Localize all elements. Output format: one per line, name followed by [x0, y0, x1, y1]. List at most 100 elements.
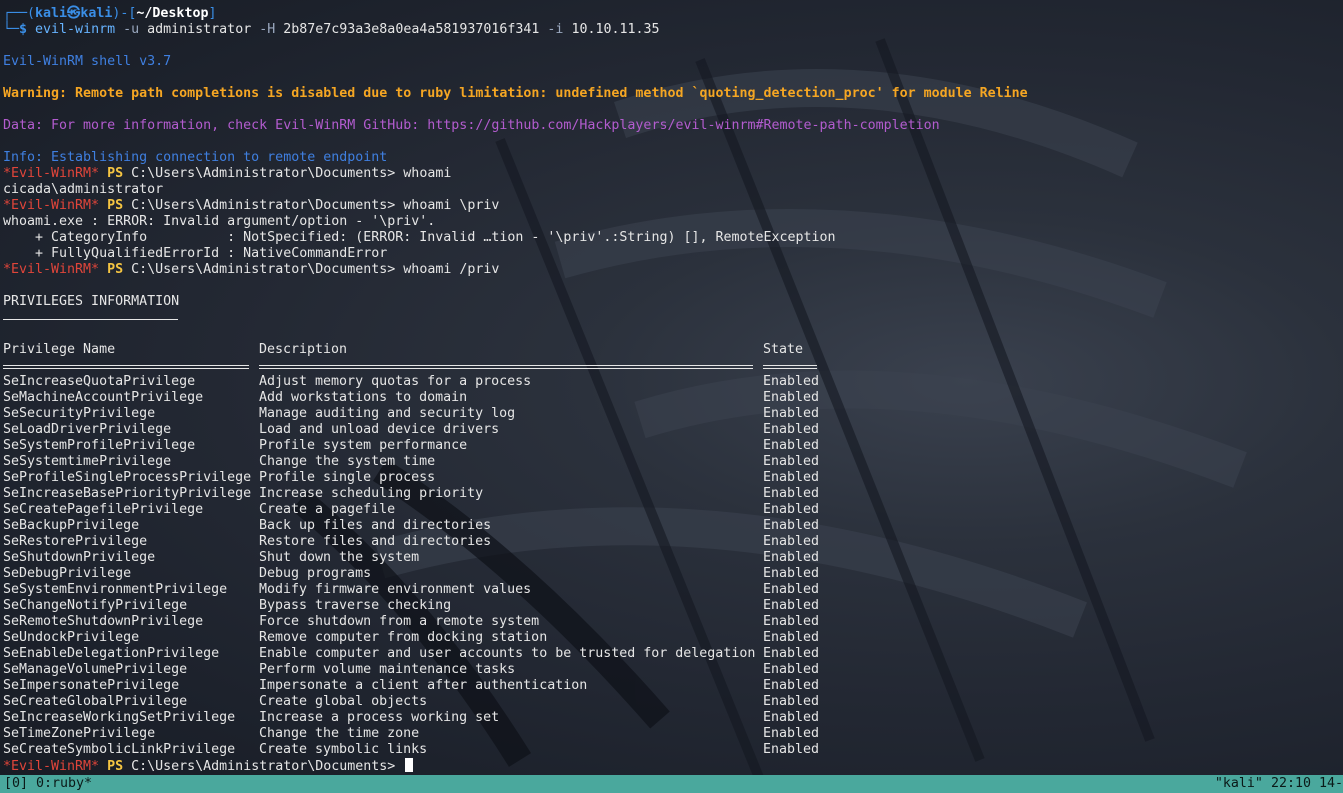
- privilege-state: Enabled: [763, 582, 820, 597]
- privilege-description: Force shutdown from a remote system: [259, 614, 540, 629]
- table-row: SeProfileSingleProcessPrivilege Profile s…: [3, 470, 1339, 486]
- command-arg: administrator: [139, 22, 252, 37]
- table-row: SeSecurityPrivilege Manage auditing and s…: [3, 406, 1339, 422]
- table-row: SeCreateSymbolicLinkPrivilege Create symb…: [3, 742, 1339, 758]
- privilege-description: Increase scheduling priority: [259, 486, 484, 501]
- privilege-state: Enabled: [763, 534, 820, 549]
- privilege-description: Debug programs: [259, 566, 372, 581]
- privilege-state: Enabled: [763, 550, 820, 565]
- banner-data: Data: For more information, check Evil-W…: [3, 118, 940, 133]
- table-row: SeManageVolumePrivilege Perform volume ma…: [3, 662, 1339, 678]
- privilege-name: SeMachineAccountPrivilege: [3, 390, 204, 405]
- privilege-name: SeProfileSingleProcessPrivilege: [3, 470, 252, 485]
- column-separator: [763, 365, 817, 369]
- privilege-name: SeSystemEnvironmentPrivilege: [3, 582, 228, 597]
- table-row: SeRemoteShutdownPrivilege Force shutdown …: [3, 614, 1339, 630]
- privilege-description: Increase a process working set: [259, 710, 500, 725]
- error-output: + CategoryInfo : NotSpecified: (ERROR: I…: [3, 230, 836, 245]
- table-row: SeUndockPrivilege Remove computer from do…: [3, 630, 1339, 646]
- table-row: SeIncreaseQuotaPrivilege Adjust memory qu…: [3, 374, 1339, 390]
- heading-underline: [3, 319, 178, 320]
- column-header-description: Description: [259, 342, 348, 357]
- prompt-frame: └─: [3, 22, 20, 37]
- tmux-status-bar: [0] 0:ruby* "kali" 22:10 14-: [0, 775, 1343, 793]
- tmux-status-right: "kali" 22:10 14-: [1214, 776, 1343, 791]
- text-cursor: [405, 758, 414, 772]
- table-row: SeIncreaseWorkingSetPrivilege Increase a …: [3, 710, 1339, 726]
- ps-tag: PS: [99, 262, 124, 277]
- privilege-description: Create symbolic links: [259, 742, 428, 757]
- privilege-name: SeDebugPrivilege: [3, 566, 132, 581]
- table-row: SeCreateGlobalPrivilege Create global obj…: [3, 694, 1339, 710]
- privilege-name: SeRestorePrivilege: [3, 534, 148, 549]
- privilege-name: SeUndockPrivilege: [3, 630, 140, 645]
- privilege-name: SeChangeNotifyPrivilege: [3, 598, 188, 613]
- privilege-state: Enabled: [763, 486, 820, 501]
- column-separator: [259, 365, 753, 369]
- privilege-name: SeBackupPrivilege: [3, 518, 140, 533]
- banner-version: Evil-WinRM shell v3.7: [3, 54, 172, 69]
- privileges-heading: PRIVILEGES INFORMATION: [3, 294, 180, 309]
- tmux-window-list[interactable]: [0] 0:ruby*: [4, 775, 92, 793]
- privilege-name: SeTimeZonePrivilege: [3, 726, 156, 741]
- table-row: SeMachineAccountPrivilege Add workstation…: [3, 390, 1339, 406]
- privilege-state: Enabled: [763, 662, 820, 677]
- ps-tag: PS: [99, 198, 124, 213]
- error-output: + FullyQualifiedErrorId : NativeCommandE…: [3, 246, 388, 261]
- privilege-description: Profile single process: [259, 470, 436, 485]
- privilege-name: SeIncreaseQuotaPrivilege: [3, 374, 196, 389]
- prompt-user-host: kali㉿kali: [35, 6, 113, 21]
- ps-path: C:\Users\Administrator\Documents>: [123, 166, 396, 181]
- table-row: SeBackupPrivilege Back up files and direc…: [3, 518, 1339, 534]
- privilege-state: Enabled: [763, 630, 820, 645]
- terminal-output[interactable]: ┌──(kali㉿kali)-[~/Desktop] └─$ evil-winr…: [3, 6, 1339, 774]
- table-row: SeDebugPrivilege Debug programs Enabled: [3, 566, 1339, 582]
- evil-winrm-tag: *Evil-WinRM*: [3, 198, 100, 213]
- prompt-frame: ]: [208, 6, 217, 21]
- evil-winrm-tag: *Evil-WinRM*: [3, 166, 100, 181]
- banner-info: Info: Establishing connection to remote …: [3, 150, 388, 165]
- command-output: cicada\administrator: [3, 182, 164, 197]
- banner-warning: Warning: Remote path completions is disa…: [3, 86, 1028, 101]
- privilege-description: Load and unload device drivers: [259, 422, 500, 437]
- privilege-state: Enabled: [763, 598, 820, 613]
- privilege-description: Add workstations to domain: [259, 390, 468, 405]
- command-arg: 2b87e7c93a3e8a0ea4a581937016f341: [275, 22, 540, 37]
- ps-prompt-line: *Evil-WinRM* PS C:\Users\Administrator\D…: [3, 166, 451, 182]
- ps-input[interactable]: [395, 759, 403, 774]
- privilege-state: Enabled: [763, 406, 820, 421]
- privilege-state: Enabled: [763, 742, 820, 757]
- privilege-name: SeSecurityPrivilege: [3, 406, 156, 421]
- ps-command: whoami \priv: [395, 198, 500, 213]
- privilege-description: Back up files and directories: [259, 518, 492, 533]
- privilege-state: Enabled: [763, 694, 820, 709]
- column-header-state: State: [763, 342, 804, 357]
- command-flag: -H: [251, 22, 276, 37]
- table-row: SeLoadDriverPrivilege Load and unload dev…: [3, 422, 1339, 438]
- ps-command: whoami: [395, 166, 452, 181]
- privilege-state: Enabled: [763, 710, 820, 725]
- ps-path: C:\Users\Administrator\Documents>: [123, 759, 396, 774]
- prompt-cwd: ~/Desktop: [136, 6, 209, 21]
- privilege-state: Enabled: [763, 438, 820, 453]
- table-row: SeSystemtimePrivilege Change the system t…: [3, 454, 1339, 470]
- privilege-state: Enabled: [763, 518, 820, 533]
- table-row: SeSystemEnvironmentPrivilege Modify firmw…: [3, 582, 1339, 598]
- privilege-description: Create a pagefile: [259, 502, 396, 517]
- privilege-description: Enable computer and user accounts to be …: [259, 646, 756, 661]
- ps-path: C:\Users\Administrator\Documents>: [123, 198, 396, 213]
- privilege-description: Change the time zone: [259, 726, 420, 741]
- ps-tag: PS: [99, 166, 124, 181]
- privilege-name: SeManageVolumePrivilege: [3, 662, 188, 677]
- evil-winrm-tag: *Evil-WinRM*: [3, 759, 100, 774]
- ps-prompt-line: *Evil-WinRM* PS C:\Users\Administrator\D…: [3, 198, 499, 214]
- privilege-state: Enabled: [763, 470, 820, 485]
- privilege-name: SeLoadDriverPrivilege: [3, 422, 172, 437]
- table-row: SeSystemProfilePrivilege Profile system p…: [3, 438, 1339, 454]
- table-row: SeCreatePagefilePrivilege Create a pagefi…: [3, 502, 1339, 518]
- privilege-description: Bypass traverse checking: [259, 598, 452, 613]
- ps-prompt-line-active[interactable]: *Evil-WinRM* PS C:\Users\Administrator\D…: [3, 758, 414, 774]
- privilege-name: SeIncreaseBasePriorityPrivilege: [3, 486, 252, 501]
- privilege-state: Enabled: [763, 390, 820, 405]
- privilege-description: Modify firmware environment values: [259, 582, 532, 597]
